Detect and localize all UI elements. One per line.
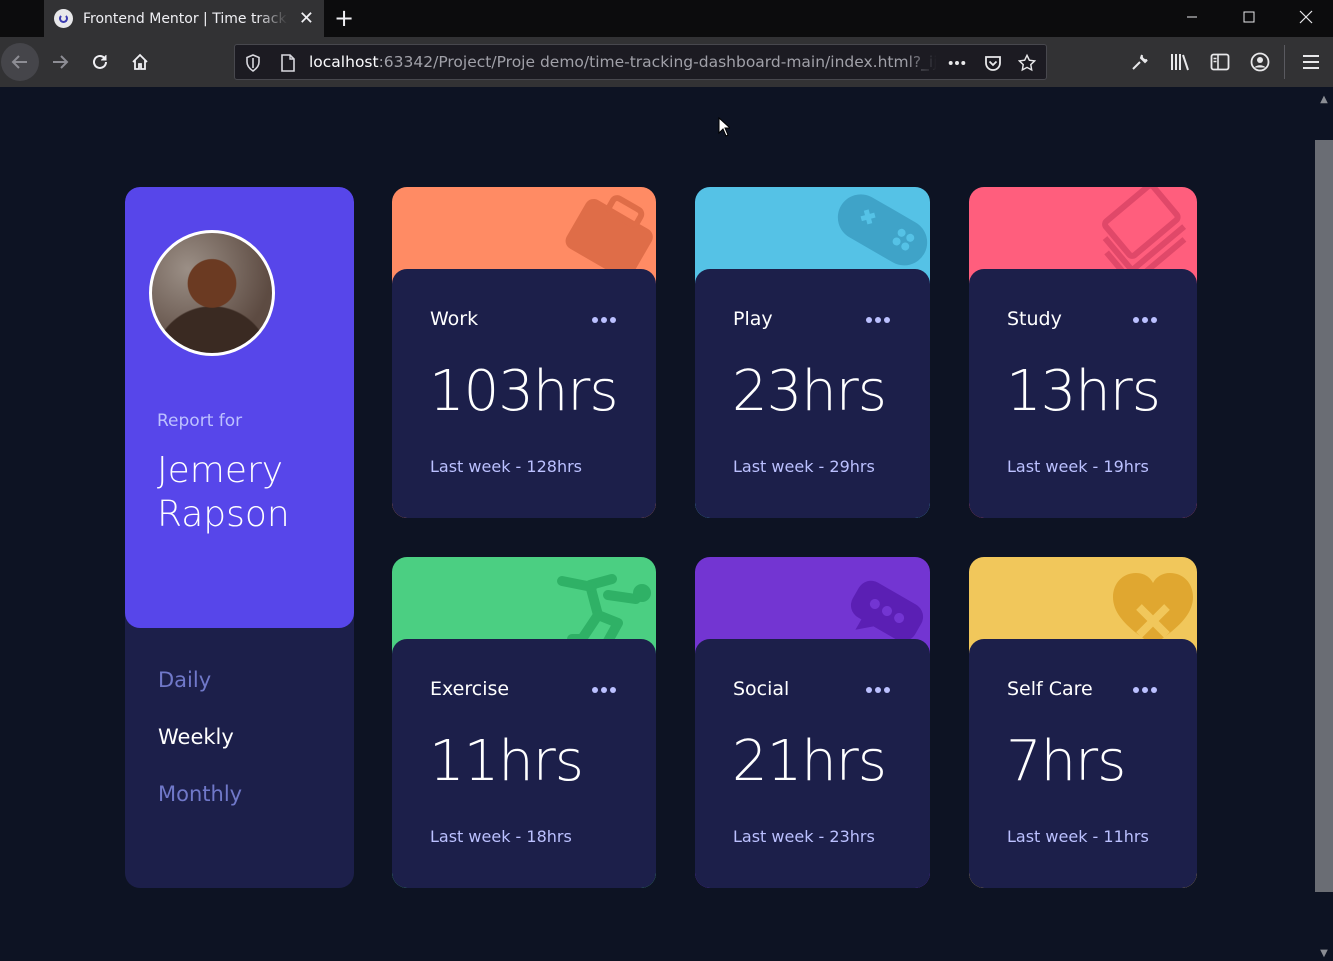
card-title: Play — [733, 308, 773, 330]
ellipsis-icon[interactable] — [866, 687, 890, 693]
favicon-icon — [54, 9, 73, 28]
card-study[interactable]: Study 13hrs Last week - 19hrs — [969, 187, 1197, 518]
sidebar-icon — [1210, 53, 1230, 71]
ellipsis-icon[interactable] — [1133, 687, 1157, 693]
tools-button[interactable] — [1128, 50, 1152, 74]
home-button[interactable] — [128, 50, 152, 74]
avatar — [149, 230, 275, 356]
running-icon — [557, 574, 651, 646]
card-title: Work — [430, 308, 479, 330]
card-body: Self Care 7hrs Last week - 11hrs — [969, 639, 1197, 888]
account-button[interactable] — [1248, 50, 1272, 74]
sidebar-button[interactable] — [1208, 50, 1232, 74]
card-self-care[interactable]: Self Care 7hrs Last week - 11hrs — [969, 557, 1197, 888]
maximize-icon[interactable] — [1221, 0, 1277, 33]
pocket-icon[interactable] — [984, 54, 1002, 72]
library-icon — [1171, 54, 1189, 71]
card-title: Self Care — [1007, 678, 1093, 700]
navigation-toolbar: localhost:63342/Project/Proje demo/time-… — [0, 37, 1333, 87]
card-social[interactable]: Social 21hrs Last week - 23hrs — [695, 557, 930, 888]
scrollbar-thumb[interactable] — [1315, 140, 1333, 892]
scroll-down-icon[interactable]: ▼ — [1317, 946, 1331, 960]
tab-title: Frontend Mentor | Time tracking dashboar… — [83, 10, 288, 27]
card-body: Play 23hrs Last week - 29hrs — [695, 269, 930, 518]
current-hours: 7hrs — [1006, 729, 1126, 794]
card-body: Social 21hrs Last week - 23hrs — [695, 639, 930, 888]
card-title: Study — [1007, 308, 1062, 330]
current-hours: 13hrs — [1006, 359, 1161, 424]
page-info-icon[interactable] — [279, 54, 297, 72]
self-care-icon — [1113, 573, 1193, 645]
wrench-icon — [1132, 54, 1148, 70]
ellipsis-icon[interactable] — [592, 317, 616, 323]
mouse-cursor-icon — [718, 117, 730, 137]
gamepad-icon — [837, 194, 928, 266]
browser-tab[interactable]: Frontend Mentor | Time tracking dashboar… — [44, 0, 324, 37]
previous-hours: Last week - 23hrs — [733, 827, 875, 846]
home-icon — [132, 53, 148, 70]
previous-hours: Last week - 11hrs — [1007, 827, 1149, 846]
report-for-label: Report for — [157, 411, 243, 431]
reload-button[interactable] — [88, 50, 112, 74]
profile-card: Report for Jemery Rapson Daily Weekly Mo… — [125, 187, 354, 888]
current-hours: 103hrs — [429, 359, 619, 424]
current-hours: 21hrs — [732, 729, 887, 794]
period-monthly[interactable]: Monthly — [158, 782, 242, 806]
book-icon — [1102, 187, 1187, 269]
card-exercise[interactable]: Exercise 11hrs Last week - 18hrs — [392, 557, 656, 888]
card-title: Exercise — [430, 678, 510, 700]
current-hours: 23hrs — [732, 359, 887, 424]
address-bar[interactable]: localhost:63342/Project/Proje demo/time-… — [234, 44, 1047, 80]
forward-arrow-icon — [53, 55, 69, 69]
bookmark-star-icon[interactable] — [1018, 53, 1036, 72]
card-body: Work 103hrs Last week - 128hrs — [392, 269, 656, 518]
new-tab-button[interactable]: + — [334, 3, 354, 33]
minimize-icon[interactable] — [1164, 0, 1220, 33]
card-title: Social — [733, 678, 790, 700]
period-daily[interactable]: Daily — [158, 668, 211, 692]
menu-button[interactable] — [1299, 50, 1323, 74]
url-host: localhost — [309, 53, 379, 71]
previous-hours: Last week - 19hrs — [1007, 457, 1149, 476]
forward-button[interactable] — [48, 50, 72, 74]
ellipsis-icon[interactable] — [866, 317, 890, 323]
account-icon — [1250, 52, 1270, 72]
window-close-icon[interactable] — [1278, 0, 1333, 33]
url-text[interactable]: localhost:63342/Project/Proje demo/time-… — [309, 53, 937, 71]
library-button[interactable] — [1168, 50, 1192, 74]
card-body: Exercise 11hrs Last week - 18hrs — [392, 639, 656, 888]
previous-hours: Last week - 128hrs — [430, 457, 582, 476]
shield-icon[interactable] — [244, 54, 262, 72]
previous-hours: Last week - 29hrs — [733, 457, 875, 476]
current-hours: 11hrs — [429, 729, 584, 794]
tab-bar: Frontend Mentor | Time tracking dashboar… — [0, 0, 1333, 37]
card-body: Study 13hrs Last week - 19hrs — [969, 269, 1197, 518]
briefcase-icon — [565, 195, 653, 269]
profile-header: Report for Jemery Rapson — [125, 187, 354, 628]
url-path: :63342/Project/Proje demo/time-tracking-… — [378, 53, 937, 71]
page-actions-icon[interactable] — [948, 54, 966, 72]
scroll-up-icon[interactable]: ▲ — [1317, 92, 1331, 106]
ellipsis-icon[interactable] — [1133, 317, 1157, 323]
toolbar-separator — [1284, 45, 1285, 79]
back-arrow-icon — [11, 55, 27, 69]
ellipsis-icon[interactable] — [592, 687, 616, 693]
previous-hours: Last week - 18hrs — [430, 827, 572, 846]
back-button[interactable] — [1, 43, 39, 81]
reload-icon — [93, 54, 107, 69]
period-weekly[interactable]: Weekly — [158, 725, 234, 749]
card-play[interactable]: Play 23hrs Last week - 29hrs — [695, 187, 930, 518]
user-name: Jemery Rapson — [157, 450, 290, 535]
card-work[interactable]: Work 103hrs Last week - 128hrs — [392, 187, 656, 518]
hamburger-menu-icon — [1303, 55, 1319, 69]
tab-close-icon[interactable]: ✕ — [299, 9, 314, 28]
